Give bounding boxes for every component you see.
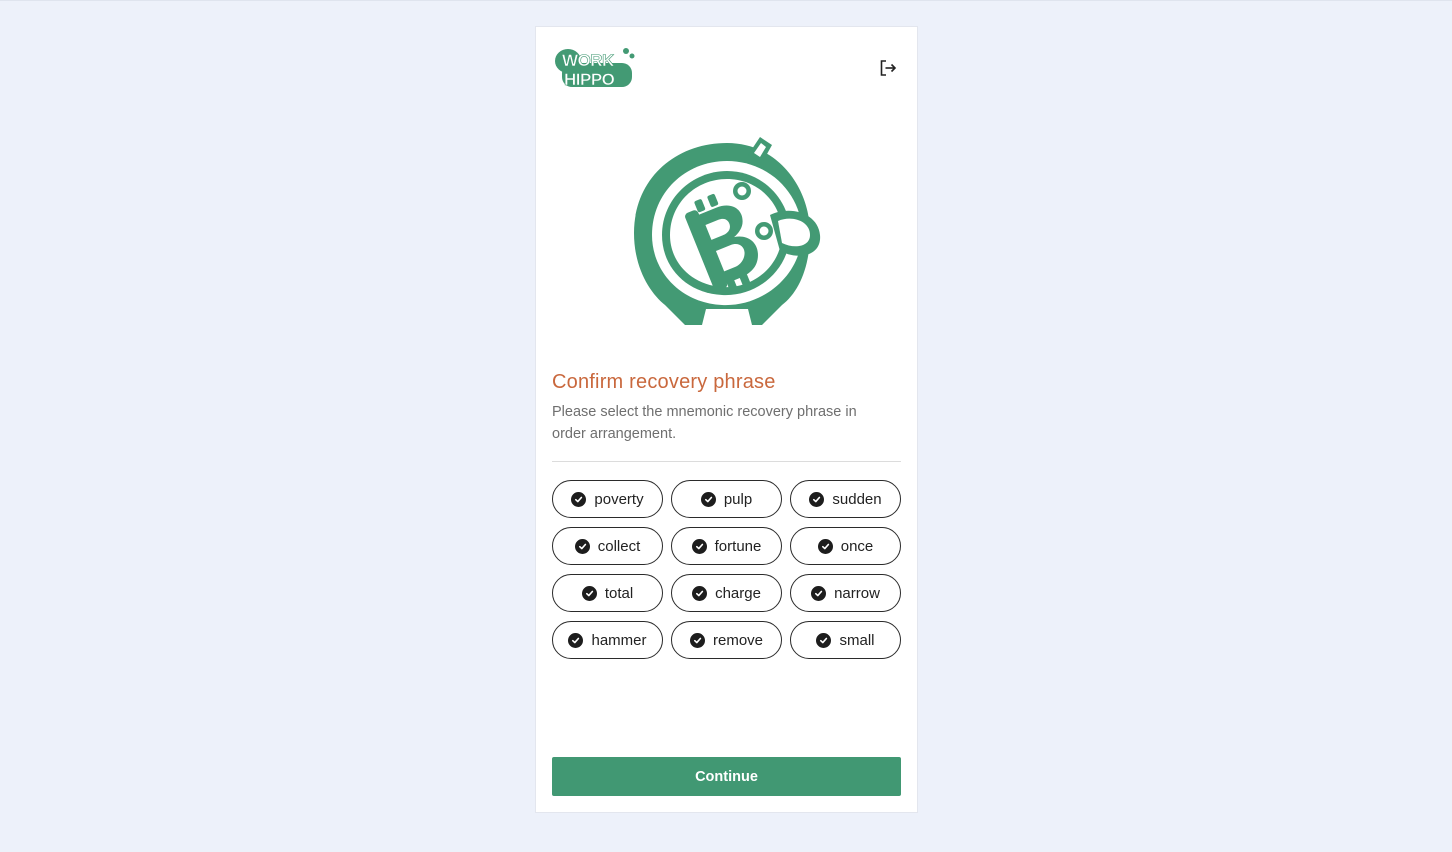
page-title: Confirm recovery phrase [552, 371, 776, 393]
check-circle-icon [700, 491, 716, 507]
word-chip-4[interactable]: fortune [671, 527, 782, 565]
word-chip-11[interactable]: small [790, 621, 901, 659]
check-circle-icon [809, 491, 825, 507]
bitcoin-piggy-bank-illustration [634, 137, 821, 325]
word-chip-label: collect [597, 537, 641, 555]
word-chip-label: fortune [714, 537, 762, 555]
word-chip-label: once [840, 537, 874, 555]
word-chip-label: total [604, 584, 634, 602]
workhippo-logo: WORK HIPPO [555, 48, 635, 89]
check-circle-icon [568, 632, 584, 648]
check-circle-icon [816, 632, 832, 648]
word-chip-label: poverty [594, 490, 644, 508]
logo-text-top: WORK [562, 51, 615, 70]
word-chip-7[interactable]: charge [671, 574, 782, 612]
logout-icon[interactable] [878, 58, 898, 78]
check-circle-icon [571, 491, 587, 507]
check-circle-icon [574, 538, 590, 554]
word-chip-3[interactable]: collect [552, 527, 663, 565]
word-chip-label: sudden [832, 490, 882, 508]
word-chip-2[interactable]: sudden [790, 480, 901, 518]
top-border [0, 0, 1452, 1]
recovery-card: WORK HIPPO Confirm recovery phrase Pleas… [535, 26, 918, 813]
word-chip-6[interactable]: total [552, 574, 663, 612]
word-chip-label: narrow [834, 584, 880, 602]
word-chip-8[interactable]: narrow [790, 574, 901, 612]
word-chip-1[interactable]: pulp [671, 480, 782, 518]
word-chip-label: hammer [591, 631, 647, 649]
word-chip-0[interactable]: poverty [552, 480, 663, 518]
page-subtitle: Please select the mnemonic recovery phra… [552, 404, 857, 442]
check-circle-icon [817, 538, 833, 554]
check-circle-icon [689, 632, 705, 648]
word-chip-5[interactable]: once [790, 527, 901, 565]
word-chip-label: charge [715, 584, 761, 602]
word-chip-10[interactable]: remove [671, 621, 782, 659]
check-circle-icon [692, 585, 708, 601]
check-circle-icon [811, 585, 827, 601]
mnemonic-word-grid: poverty pulp sudden collect fortune once total… [552, 480, 902, 659]
word-chip-label: pulp [723, 490, 753, 508]
divider [552, 461, 901, 462]
check-circle-icon [581, 585, 597, 601]
word-chip-label: small [839, 631, 875, 649]
word-chip-9[interactable]: hammer [552, 621, 663, 659]
check-circle-icon [691, 538, 707, 554]
logo-text-bottom: HIPPO [564, 70, 615, 89]
continue-button[interactable]: Continue [552, 757, 901, 796]
word-chip-label: remove [712, 631, 764, 649]
